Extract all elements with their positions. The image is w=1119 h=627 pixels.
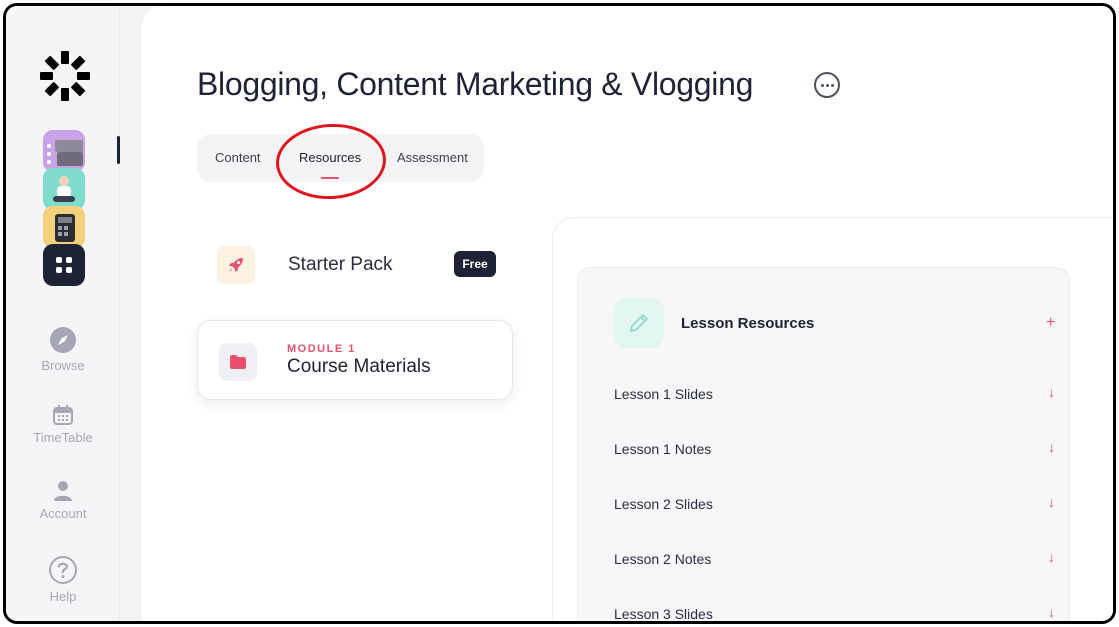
calculator-icon bbox=[43, 206, 85, 248]
pencil-icon bbox=[614, 298, 664, 348]
nav-timetable[interactable]: TimeTable bbox=[6, 404, 120, 445]
download-arrow-icon[interactable]: ↓ bbox=[1048, 604, 1055, 620]
starter-pack-label: Starter Pack bbox=[288, 254, 393, 275]
resource-row[interactable]: Lesson 2 Slides ↓ bbox=[614, 490, 1060, 520]
resource-row[interactable]: Lesson 1 Notes ↓ bbox=[614, 435, 1060, 465]
folder-icon bbox=[219, 343, 257, 381]
download-arrow-icon[interactable]: ↓ bbox=[1048, 439, 1055, 455]
sidebar: Browse TimeTable Account Help bbox=[6, 6, 120, 621]
tab-resources[interactable]: Resources bbox=[299, 134, 361, 182]
resource-label: Lesson 1 Notes bbox=[614, 441, 712, 457]
nav-help[interactable]: Help bbox=[6, 555, 120, 604]
calendar-icon bbox=[53, 405, 73, 425]
resource-label: Lesson 2 Notes bbox=[614, 551, 712, 567]
module-card[interactable]: MODULE 1 Course Materials bbox=[197, 320, 513, 400]
nav-timetable-label: TimeTable bbox=[33, 430, 93, 445]
user-icon bbox=[54, 481, 72, 501]
grid-icon bbox=[56, 257, 72, 273]
person-icon bbox=[43, 168, 85, 210]
person-app-tile[interactable] bbox=[43, 168, 85, 210]
compass-icon bbox=[50, 327, 76, 353]
help-circle-icon bbox=[49, 556, 77, 584]
resource-label: Lesson 2 Slides bbox=[614, 496, 713, 512]
more-options-button[interactable] bbox=[814, 72, 840, 98]
resource-row[interactable]: Lesson 1 Slides ↓ bbox=[614, 380, 1060, 410]
nav-account-label: Account bbox=[39, 506, 87, 521]
all-apps-grid-tile[interactable] bbox=[43, 244, 85, 286]
active-app-indicator bbox=[117, 136, 120, 164]
app-window: Browse TimeTable Account Help Blogging, … bbox=[3, 3, 1116, 624]
add-resource-button[interactable]: + bbox=[1046, 314, 1055, 332]
resource-row[interactable]: Lesson 3 Slides ↓ bbox=[614, 600, 1060, 622]
free-badge: Free bbox=[454, 251, 496, 277]
active-tab-underline bbox=[321, 177, 339, 179]
more-horizontal-icon bbox=[820, 83, 824, 87]
starter-pack-item[interactable]: Starter Pack Free bbox=[197, 242, 507, 292]
nav-browse-label: Browse bbox=[41, 358, 85, 373]
module-tag: MODULE 1 bbox=[287, 343, 356, 355]
nav-browse[interactable]: Browse bbox=[6, 326, 120, 373]
calculator-app-tile[interactable] bbox=[43, 206, 85, 248]
tab-bar: Content Resources Assessment bbox=[197, 134, 484, 182]
rocket-icon bbox=[217, 246, 255, 284]
resource-label: Lesson 1 Slides bbox=[614, 386, 713, 402]
nav-help-label: Help bbox=[49, 589, 77, 604]
resource-row[interactable]: Lesson 2 Notes ↓ bbox=[614, 545, 1060, 575]
nav-account[interactable]: Account bbox=[6, 480, 120, 521]
module-title: Course Materials bbox=[287, 356, 431, 377]
tab-content[interactable]: Content bbox=[215, 134, 261, 182]
download-arrow-icon[interactable]: ↓ bbox=[1048, 494, 1055, 510]
typewriter-app-tile[interactable] bbox=[43, 130, 85, 172]
circle-ring-logo-icon[interactable] bbox=[39, 50, 91, 102]
page-title: Blogging, Content Marketing & Vlogging bbox=[197, 66, 754, 102]
lesson-resources-title: Lesson Resources bbox=[681, 315, 815, 332]
download-arrow-icon[interactable]: ↓ bbox=[1048, 549, 1055, 565]
download-arrow-icon[interactable]: ↓ bbox=[1048, 384, 1055, 400]
resource-label: Lesson 3 Slides bbox=[614, 606, 713, 622]
tab-assessment[interactable]: Assessment bbox=[397, 134, 468, 182]
typewriter-icon bbox=[43, 130, 85, 172]
